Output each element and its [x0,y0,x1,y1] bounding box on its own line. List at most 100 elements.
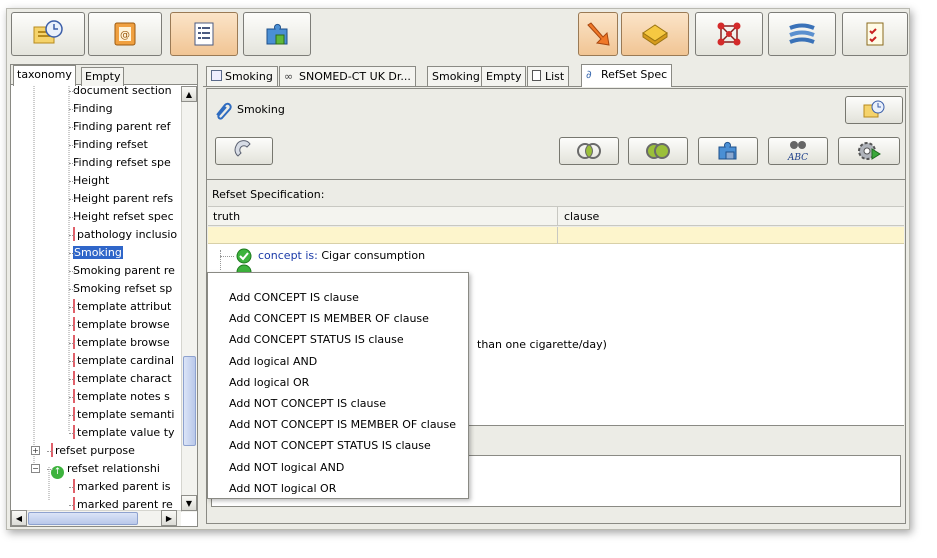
tree-item[interactable]: Height refset spec [69,208,174,226]
list-view-icon [194,22,214,46]
molecule-button[interactable] [695,12,763,56]
tree-item-label: Finding parent ref [73,120,171,133]
tree-connector [69,271,75,272]
venn-intersect-icon [577,143,601,159]
menu-item[interactable]: Add NOT CONCEPT IS MEMBER OF clause [229,418,456,431]
tree-item[interactable]: Finding refset spe [69,154,171,172]
tab-label: Smoking [432,70,480,83]
tree-item[interactable]: template browse [69,316,170,334]
drawer-button[interactable] [621,12,689,56]
tree-item[interactable]: Height parent refs [69,190,173,208]
tree-connector [220,256,234,257]
svg-text:ABC: ABC [787,153,808,163]
run-button[interactable] [838,137,900,165]
tree-connector [69,433,75,434]
tree-horizontal-scrollbar[interactable]: ◀ ▶ [11,510,181,526]
tree-item[interactable]: − ↑ refset relationshi [31,460,160,479]
clause-row[interactable]: concept is: Cigar consumption [258,249,425,262]
tree-item-selected[interactable]: Smoking [69,244,123,262]
menu-item[interactable]: Add logical AND [229,355,317,368]
venn-union-icon [646,143,670,159]
check-icon-partial [236,264,252,272]
menu-item[interactable]: Add NOT CONCEPT STATUS IS clause [229,439,431,452]
tree-item[interactable]: document section [69,86,172,100]
tree-item[interactable]: Finding refset [69,136,148,154]
tree-item[interactable]: + refset purpose [31,442,135,460]
tab-snomed[interactable]: ∞ SNOMED-CT UK Dr... [279,66,416,86]
scroll-up-button[interactable]: ▲ [181,86,197,102]
table-header: truth clause [208,206,904,226]
tree-item[interactable]: pathology inclusio [69,226,177,244]
tree-item[interactable]: Finding parent ref [69,118,171,136]
tree-item[interactable]: Height [69,172,109,190]
tree-connector [69,109,75,110]
intersect-button[interactable] [559,137,619,165]
tab-taxonomy[interactable]: taxonomy [13,65,76,86]
refset-marker [51,443,53,457]
menu-item[interactable]: Add NOT CONCEPT IS clause [229,397,386,410]
tab-refset-spec[interactable]: ∂ RefSet Spec [581,64,673,87]
tree-item[interactable]: template semanti [69,406,174,424]
expand-icon[interactable]: + [31,446,40,455]
menu-item[interactable]: Add NOT logical AND [229,461,344,474]
column-clause[interactable]: clause [564,210,599,223]
list-view-button[interactable] [170,12,238,56]
puzzle-icon [266,23,288,45]
table-highlight-row[interactable] [208,227,904,244]
tree-item[interactable]: Smoking refset sp [69,280,172,298]
checklist-button[interactable] [842,12,908,56]
tab-empty[interactable]: Empty [81,67,125,86]
union-button[interactable] [628,137,688,165]
tree-item[interactable]: template attribut [69,298,171,316]
address-book-button[interactable]: @ [88,12,162,56]
tree-item[interactable]: template value ty [69,424,175,442]
tree-item[interactable]: template browse [69,334,170,352]
column-truth[interactable]: truth [213,210,240,223]
abc-search-button[interactable]: ABC [768,137,828,165]
scroll-thumb[interactable] [183,356,196,446]
menu-item[interactable]: Add CONCEPT STATUS IS clause [229,333,404,346]
refset-marker [73,335,75,349]
tree-item-label: marked parent is [77,480,171,493]
puzzle-icon [718,141,737,160]
tab-list[interactable]: List [527,66,570,86]
scroll-h-thumb[interactable] [28,512,138,525]
tree-item[interactable]: template notes s [69,388,170,406]
scroll-right-button[interactable]: ▶ [161,510,177,526]
tree-item-label: template charact [77,372,172,385]
page-icon [532,70,541,81]
add-clause-context-menu: Add CONCEPT IS clause Add CONCEPT IS MEMB… [207,272,469,499]
tree-item[interactable]: template charact [69,370,172,388]
tree-vertical-scrollbar[interactable]: ▲ ▼ [181,86,197,512]
phone-icon [234,140,251,157]
tree-item[interactable]: template cardinal [69,352,174,370]
phone-button[interactable] [215,137,273,165]
arrow-down-button[interactable] [578,12,618,56]
tree-connector [69,235,75,236]
scroll-left-button[interactable]: ◀ [11,510,27,526]
tree-connector [69,199,75,200]
history-small-button[interactable] [845,96,903,124]
history-button[interactable] [11,12,85,56]
tree-connector [69,505,75,506]
paperclip-icon: ∂ [586,68,592,81]
menu-item[interactable]: Add CONCEPT IS MEMBER OF clause [229,312,429,325]
column-divider [557,227,558,244]
binoculars-icon: ∞ [284,70,294,83]
tree-connector [69,217,75,218]
scroll-down-button[interactable]: ▼ [181,495,197,511]
menu-item[interactable]: Add NOT logical OR [229,482,336,495]
menu-item[interactable]: Add logical OR [229,376,309,389]
collapse-icon[interactable]: − [31,464,40,473]
lines-button[interactable] [768,12,836,56]
menu-item[interactable]: Add CONCEPT IS clause [229,291,359,304]
tree-item[interactable]: Finding [69,100,113,118]
arrow-down-icon [587,22,610,46]
tab-smoking-1[interactable]: Smoking [206,66,278,86]
tree-item[interactable]: Smoking parent re [69,262,175,280]
puzzle-small-button[interactable] [698,137,758,165]
tab-smoking-2[interactable]: Smoking [427,66,485,86]
tree-item[interactable]: marked parent is [69,478,171,496]
puzzle-button[interactable] [243,12,311,56]
tab-empty-editor[interactable]: Empty [481,66,527,86]
